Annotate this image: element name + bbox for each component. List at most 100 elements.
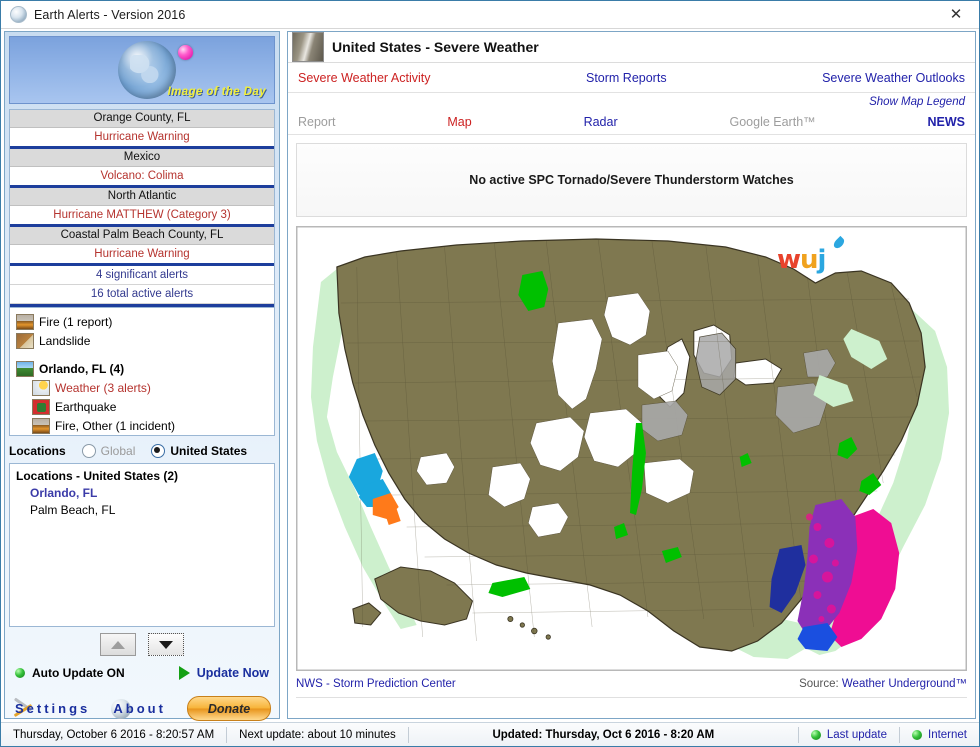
- donate-button[interactable]: Donate: [187, 696, 271, 721]
- alert-ticker: Orange County, FL Hurricane Warning Mexi…: [9, 109, 275, 308]
- alert-event[interactable]: Volcano: Colima: [10, 167, 274, 185]
- status-bar: Thursday, October 6 2016 - 8:20:57 AM Ne…: [1, 722, 979, 746]
- tab-bar: Severe Weather Activity Storm Reports Se…: [288, 63, 975, 93]
- radio-global[interactable]: Global: [82, 444, 136, 458]
- panel-header: United States - Severe Weather: [288, 32, 975, 63]
- tab-severe-weather-outlooks[interactable]: Severe Weather Outlooks: [822, 71, 965, 85]
- locations-label: Locations: [9, 444, 66, 458]
- play-icon: [179, 666, 190, 680]
- news-link[interactable]: NEWS: [928, 115, 966, 129]
- tree-item-label: Landslide: [39, 334, 90, 348]
- spc-link[interactable]: NWS - Storm Prediction Center: [296, 678, 456, 690]
- tree-item[interactable]: Fire, Other (1 incident): [16, 416, 274, 435]
- tab-severe-weather-activity[interactable]: Severe Weather Activity: [298, 71, 430, 85]
- status-internet[interactable]: Internet: [900, 723, 979, 746]
- severe-weather-map[interactable]: wuj: [296, 226, 967, 671]
- about-button[interactable]: About: [111, 699, 166, 719]
- significant-alert-count[interactable]: 4 significant alerts: [10, 266, 274, 285]
- window-title: Earth Alerts - Version 2016: [34, 8, 185, 22]
- tree-item[interactable]: Weather (3 alerts): [16, 378, 274, 397]
- alert-location: North Atlantic: [10, 188, 274, 206]
- alert-location: Mexico: [10, 149, 274, 167]
- tree-group-label: Orlando, FL (4): [39, 362, 124, 376]
- status-last-update[interactable]: Last update: [799, 723, 899, 746]
- alert-event[interactable]: Hurricane Warning: [10, 245, 274, 263]
- subtab-google-earth[interactable]: Google Earth™: [729, 115, 815, 129]
- radio-global-label: Global: [101, 444, 136, 458]
- locations-list[interactable]: Locations - United States (2) Orlando, F…: [9, 463, 275, 627]
- tree-item-label: Fire (1 report): [39, 315, 112, 329]
- auto-update-status[interactable]: Auto Update ON: [15, 666, 125, 680]
- us-map-graphic: [297, 227, 966, 670]
- sidebar-footer: Settings About Donate: [13, 696, 271, 721]
- alert-tree[interactable]: Fire (1 report) Landslide Orlando, FL (4…: [9, 308, 275, 436]
- fire-icon: [16, 314, 34, 330]
- status-last-update-label: Last update: [827, 729, 887, 741]
- landslide-icon: [16, 333, 34, 349]
- alert-location: Coastal Palm Beach County, FL: [10, 227, 274, 245]
- source-link[interactable]: Weather Underground™: [842, 678, 967, 690]
- locations-scope-bar: Locations Global United States: [9, 440, 275, 461]
- show-map-legend-link[interactable]: Show Map Legend: [869, 96, 965, 108]
- earth-alerts-window: Earth Alerts - Version 2016 ✕ Image of t…: [0, 0, 980, 747]
- tree-group[interactable]: Orlando, FL (4): [16, 359, 274, 378]
- alert-event[interactable]: Hurricane MATTHEW (Category 3): [10, 206, 274, 224]
- radio-icon: [82, 444, 96, 458]
- weather-icon: [32, 380, 50, 396]
- title-bar: Earth Alerts - Version 2016 ✕: [1, 1, 979, 29]
- status-led-icon: [912, 730, 922, 740]
- tree-item[interactable]: Earthquake: [16, 397, 274, 416]
- chevron-down-icon: [159, 641, 173, 649]
- status-updated: Updated: Thursday, Oct 6 2016 - 8:20 AM: [409, 723, 798, 746]
- status-next-update: Next update: about 10 minutes: [227, 723, 408, 746]
- scroll-up-button[interactable]: [100, 633, 136, 656]
- tab-storm-reports[interactable]: Storm Reports: [586, 71, 667, 85]
- list-item[interactable]: Palm Beach, FL: [16, 502, 274, 519]
- main-panel: United States - Severe Weather Severe We…: [287, 31, 976, 719]
- alert-event[interactable]: Hurricane Warning: [10, 128, 274, 146]
- scroll-down-button[interactable]: [148, 633, 184, 656]
- divider: [10, 304, 274, 307]
- total-alert-count[interactable]: 16 total active alerts: [10, 285, 274, 304]
- settings-label: Settings: [15, 701, 90, 716]
- subtab-report[interactable]: Report: [298, 115, 336, 129]
- list-nav-buttons: [5, 633, 279, 656]
- status-led-icon: [811, 730, 821, 740]
- page-title: United States - Severe Weather: [332, 39, 539, 55]
- tree-item[interactable]: Fire (1 report): [16, 312, 274, 331]
- radio-united-states-label: United States: [170, 444, 247, 458]
- map-source: Source: Weather Underground™: [799, 678, 967, 690]
- tree-item-label: Fire, Other (1 incident): [55, 419, 175, 433]
- sidebar: Image of the Day Orange County, FL Hurri…: [4, 31, 280, 719]
- severe-weather-thumbnail-icon: [292, 32, 324, 62]
- auto-update-label: Auto Update ON: [32, 666, 125, 680]
- locations-list-title: Locations - United States (2): [16, 469, 274, 483]
- radio-united-states[interactable]: United States: [151, 444, 247, 458]
- weather-underground-watermark: wuj: [777, 245, 825, 275]
- tree-item[interactable]: Landslide: [16, 331, 274, 350]
- status-clock: Thursday, October 6 2016 - 8:20:57 AM: [1, 723, 226, 746]
- image-of-the-day-panel[interactable]: Image of the Day: [9, 36, 275, 104]
- chevron-up-icon: [111, 641, 125, 649]
- sub-tab-bar: Show Map Legend Report Map Radar Google …: [288, 93, 975, 135]
- subtab-map[interactable]: Map: [447, 115, 471, 129]
- content-area: Image of the Day Orange County, FL Hurri…: [1, 28, 979, 723]
- fire-icon: [32, 418, 50, 434]
- update-now-button[interactable]: Update Now: [179, 666, 269, 680]
- subtab-radar[interactable]: Radar: [584, 115, 618, 129]
- close-icon[interactable]: ✕: [933, 1, 979, 27]
- earthquake-icon: [32, 399, 50, 415]
- map-footer: NWS - Storm Prediction Center Source: We…: [296, 671, 967, 698]
- status-led-icon: [15, 668, 25, 678]
- tree-item-label: Earthquake: [55, 400, 116, 414]
- radio-selected-icon: [151, 444, 165, 458]
- alert-location: Orange County, FL: [10, 110, 274, 128]
- watch-notice: No active SPC Tornado/Severe Thunderstor…: [296, 143, 967, 217]
- tree-item-label: Weather (3 alerts): [55, 381, 151, 395]
- status-internet-label: Internet: [928, 729, 967, 741]
- image-of-the-day-label: Image of the Day: [168, 86, 266, 98]
- new-indicator-icon: [178, 45, 193, 60]
- globe-icon: [10, 6, 27, 23]
- list-item[interactable]: Orlando, FL: [16, 485, 274, 502]
- settings-button[interactable]: Settings: [13, 700, 90, 718]
